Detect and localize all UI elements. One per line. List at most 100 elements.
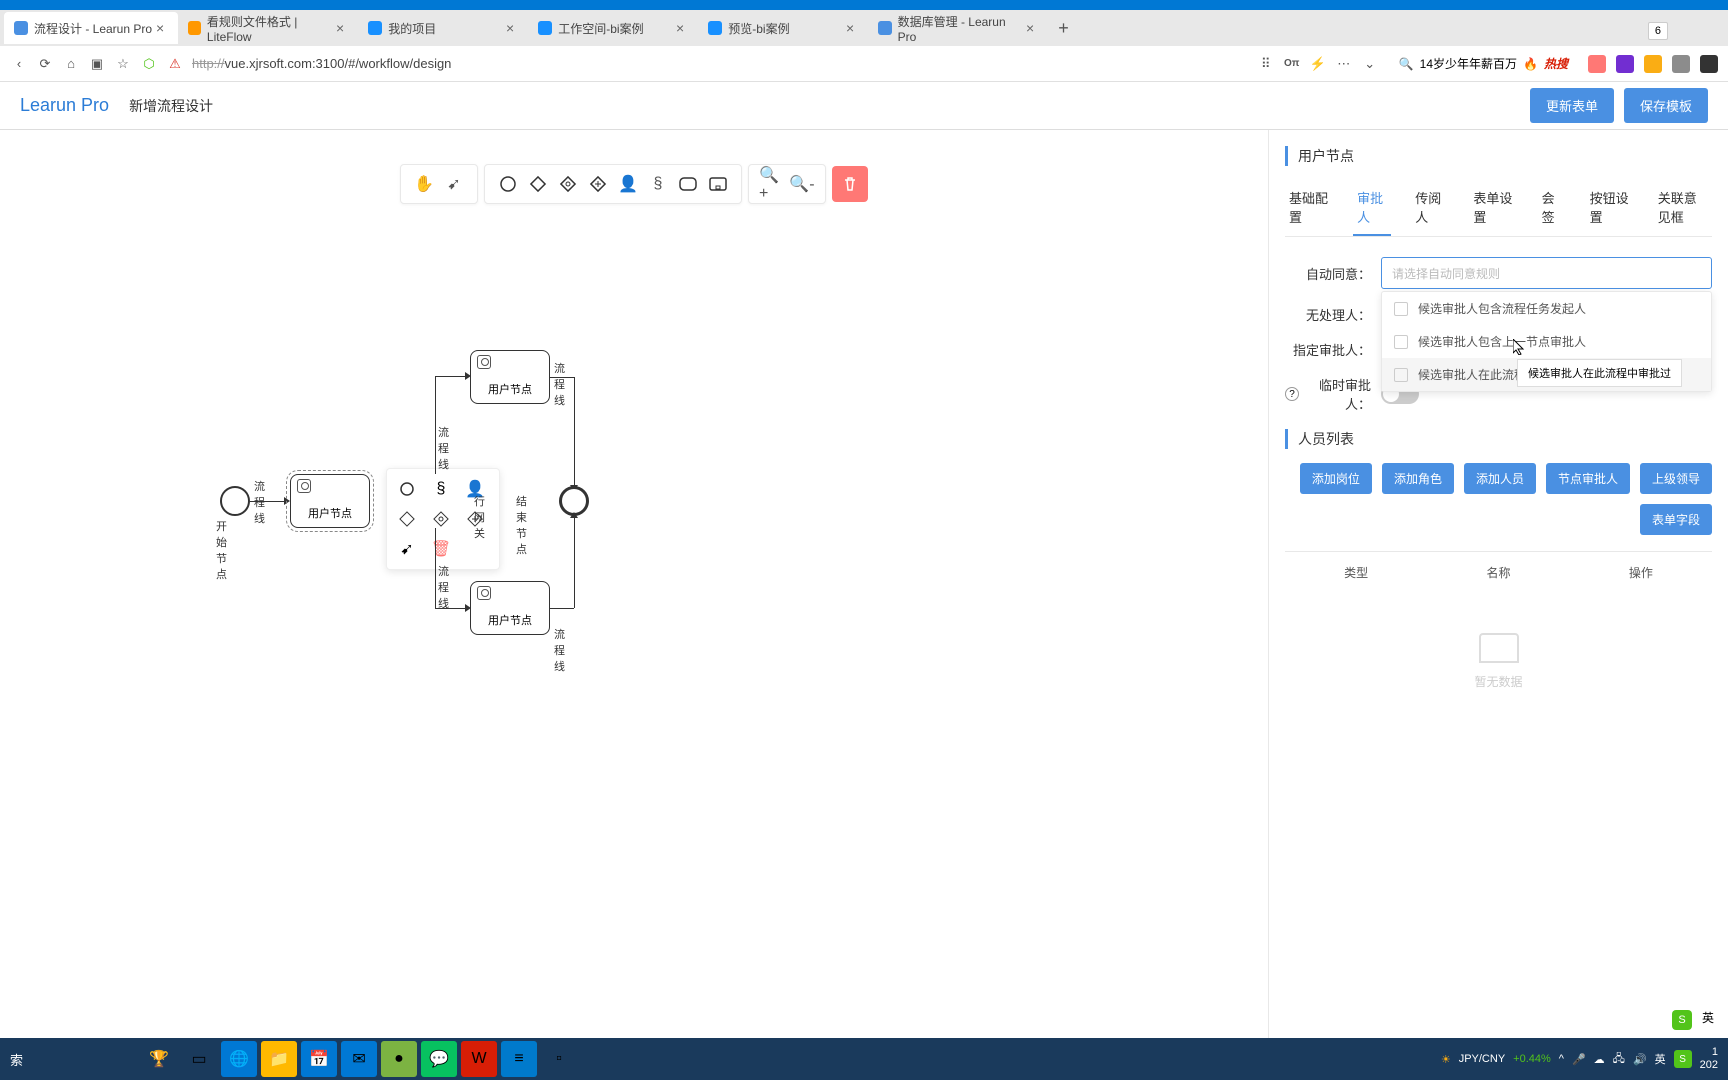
diamond-o-node-icon[interactable]	[555, 171, 581, 197]
close-icon[interactable]: ×	[502, 20, 518, 36]
ime-indicator[interactable]: 英	[1655, 1051, 1666, 1067]
save-template-button[interactable]: 保存模板	[1624, 88, 1708, 123]
tab-comments[interactable]: 关联意见框	[1654, 180, 1712, 236]
url-field[interactable]: http://vue.xjrsoft.com:3100/#/workflow/d…	[192, 56, 1249, 71]
diamond-node-icon[interactable]	[525, 171, 551, 197]
cloud-icon[interactable]: ☁	[1594, 1053, 1605, 1066]
tab-preview[interactable]: 预览-bi案例 ×	[698, 12, 868, 44]
edge-icon[interactable]: 🌐	[221, 1041, 257, 1077]
form-field-button[interactable]: 表单字段	[1640, 504, 1712, 535]
tab-form[interactable]: 表单设置	[1469, 180, 1517, 236]
trash-icon[interactable]: 🗑	[429, 537, 453, 561]
tab-cc[interactable]: 传阅人	[1411, 180, 1449, 236]
user-node[interactable]: 用户节点	[470, 581, 550, 635]
ext-icon[interactable]	[1616, 55, 1634, 73]
ext-icon[interactable]	[1644, 55, 1662, 73]
add-person-button[interactable]: 添加人员	[1464, 463, 1536, 494]
tab-database[interactable]: 数据库管理 - Learun Pro ×	[868, 12, 1048, 44]
wps-icon[interactable]: W	[461, 1041, 497, 1077]
checkbox[interactable]	[1394, 335, 1408, 349]
user-node-selected[interactable]: 用户节点	[290, 474, 370, 528]
user-node[interactable]: 用户节点	[470, 350, 550, 404]
tab-workspace[interactable]: 工作空间-bi案例 ×	[528, 12, 698, 44]
explorer-icon[interactable]: 📁	[261, 1041, 297, 1077]
calendar-icon[interactable]: 📅	[301, 1041, 337, 1077]
zoom-out-icon[interactable]: 🔍-	[789, 171, 815, 197]
tab-learun[interactable]: 流程设计 - Learun Pro ×	[4, 12, 178, 44]
ime-badge[interactable]: S	[1672, 1010, 1692, 1030]
lasso-tool-icon[interactable]: ➹	[441, 171, 467, 197]
app-icon[interactable]: ●	[381, 1041, 417, 1077]
delete-button[interactable]	[832, 166, 868, 202]
user-node-icon[interactable]: 👤	[615, 171, 641, 197]
refresh-icon[interactable]: ⟳	[36, 55, 54, 73]
connect-icon[interactable]: ➹	[395, 537, 419, 561]
task-view-icon[interactable]: ▭	[181, 1041, 217, 1077]
script-node-icon[interactable]: §	[645, 171, 671, 197]
chevron-down-icon[interactable]: ⌄	[1361, 55, 1379, 73]
shield-icon[interactable]: ⬡	[140, 55, 158, 73]
trophy-icon[interactable]: 🏆	[141, 1041, 177, 1077]
mic-icon[interactable]: 🎤	[1572, 1053, 1586, 1066]
back-icon[interactable]: ‹	[10, 55, 28, 73]
zoom-in-icon[interactable]: 🔍+	[759, 171, 785, 197]
app-icon[interactable]: ▫	[541, 1041, 577, 1077]
brand[interactable]: Learun Pro	[20, 95, 109, 116]
script-icon[interactable]: §	[429, 477, 453, 501]
chevron-up-icon[interactable]: ^	[1559, 1053, 1564, 1065]
wechat-icon[interactable]: 💬	[421, 1041, 457, 1077]
tab-countersign[interactable]: 会签	[1538, 180, 1566, 236]
update-form-button[interactable]: 更新表单	[1530, 88, 1614, 123]
home-icon[interactable]: ⌂	[62, 55, 80, 73]
help-icon[interactable]: ?	[1285, 387, 1299, 401]
sogou-icon[interactable]: S	[1674, 1050, 1692, 1068]
search-box[interactable]: 🔍 14岁少年年薪百万 🔥热搜	[1387, 55, 1580, 72]
more-icon[interactable]: ⋯	[1335, 55, 1353, 73]
close-icon[interactable]: ×	[842, 20, 858, 36]
canvas[interactable]: ✋ ➹ 👤 § 🔍+ 🔍- 开始	[0, 130, 1268, 1038]
superior-button[interactable]: 上级领导	[1640, 463, 1712, 494]
translate-icon[interactable]: ⠿	[1257, 55, 1275, 73]
tab-basic[interactable]: 基础配置	[1285, 180, 1333, 236]
star-icon[interactable]: ☆	[114, 55, 132, 73]
vscode-icon[interactable]: ≡	[501, 1041, 537, 1077]
close-icon[interactable]: ×	[672, 20, 688, 36]
tab-approver[interactable]: 审批人	[1353, 180, 1391, 236]
close-icon[interactable]: ×	[152, 20, 168, 36]
checkbox[interactable]	[1394, 302, 1408, 316]
diamond-icon[interactable]	[395, 507, 419, 531]
circle-icon[interactable]	[395, 477, 419, 501]
network-icon[interactable]: 🖧	[1613, 1050, 1625, 1069]
tab-buttons[interactable]: 按钮设置	[1586, 180, 1634, 236]
tab-icon	[878, 21, 891, 35]
subprocess-node-icon[interactable]	[705, 171, 731, 197]
auto-agree-select[interactable]: 请选择自动同意规则	[1381, 257, 1712, 289]
briefcase-icon[interactable]: ▣	[88, 55, 106, 73]
node-approver-button[interactable]: 节点审批人	[1546, 463, 1630, 494]
mail-icon[interactable]: ✉	[341, 1041, 377, 1077]
volume-icon[interactable]: 🔊	[1633, 1053, 1647, 1066]
dropdown-option[interactable]: 候选审批人包含流程任务发起人	[1382, 292, 1711, 325]
checkbox[interactable]	[1394, 368, 1408, 382]
add-post-button[interactable]: 添加岗位	[1300, 463, 1372, 494]
weather-icon[interactable]: ☀	[1441, 1053, 1451, 1066]
key-icon[interactable]: Oπ	[1283, 55, 1301, 73]
apps-icon[interactable]	[1700, 55, 1718, 73]
add-role-button[interactable]: 添加角色	[1382, 463, 1454, 494]
taskbar-search[interactable]: 索	[10, 1050, 23, 1069]
ext-icon[interactable]	[1588, 55, 1606, 73]
close-icon[interactable]: ×	[332, 20, 348, 36]
flash-icon[interactable]: ⚡	[1309, 55, 1327, 73]
start-node[interactable]	[220, 486, 250, 516]
diamond-o-icon[interactable]	[429, 507, 453, 531]
close-icon[interactable]: ×	[1022, 20, 1038, 36]
tab-liteflow[interactable]: 看规则文件格式 | LiteFlow ×	[178, 12, 358, 44]
tab-project[interactable]: 我的项目 ×	[358, 12, 528, 44]
new-tab-button[interactable]: +	[1048, 18, 1079, 39]
rect-node-icon[interactable]	[675, 171, 701, 197]
diamond-plus-node-icon[interactable]	[585, 171, 611, 197]
hand-tool-icon[interactable]: ✋	[411, 171, 437, 197]
circle-node-icon[interactable]	[495, 171, 521, 197]
ext-icon[interactable]	[1672, 55, 1690, 73]
dropdown-option[interactable]: 候选审批人包含上一节点审批人	[1382, 325, 1711, 358]
